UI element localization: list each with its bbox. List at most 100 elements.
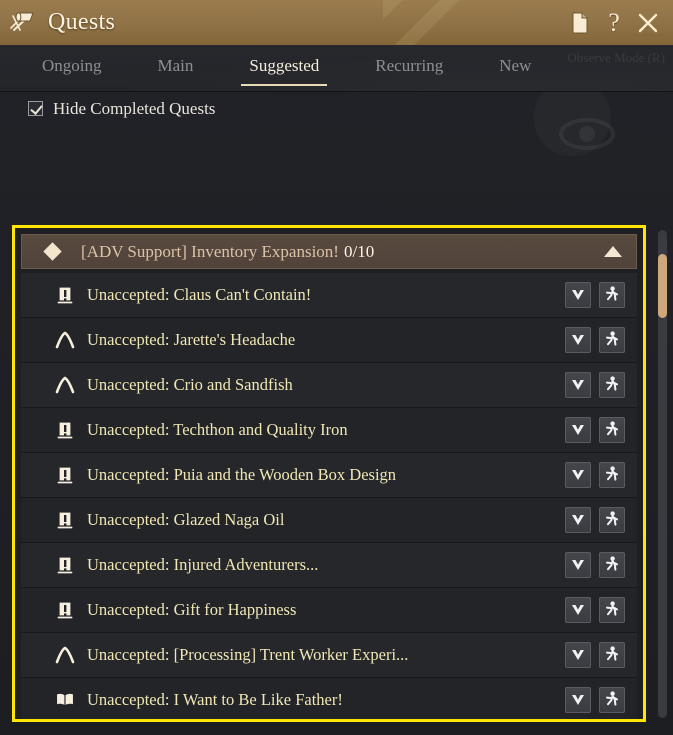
- quest-expand-button[interactable]: [565, 372, 591, 398]
- quest-track-button[interactable]: [599, 282, 625, 308]
- scroll-icon: [55, 555, 75, 575]
- pickaxe-icon: [55, 331, 75, 349]
- walking-person-icon: [606, 466, 618, 481]
- quest-row[interactable]: Unaccepted: Gift for Happiness: [21, 588, 637, 633]
- quest-row[interactable]: Unaccepted: I Want to Be Like Father!: [21, 678, 637, 719]
- scroll-icon: [56, 555, 74, 575]
- quest-row[interactable]: Unaccepted: [Processing] Trent Worker Ex…: [21, 633, 637, 678]
- quest-label: Unaccepted: Techthon and Quality Iron: [87, 420, 348, 439]
- scroll-icon: [55, 420, 75, 440]
- pickaxe-icon: [55, 376, 75, 394]
- quest-list-scrollbar[interactable]: [658, 230, 667, 718]
- quest-row[interactable]: Unaccepted: Crio and Sandfish: [21, 363, 637, 408]
- chevron-down-icon: [572, 425, 584, 435]
- quest-group-title: [ADV Support] Inventory Expansion!: [81, 241, 339, 261]
- walking-person-icon: [606, 601, 618, 616]
- quest-track-button[interactable]: [599, 417, 625, 443]
- close-button[interactable]: [633, 8, 663, 38]
- help-button[interactable]: ?: [599, 8, 629, 38]
- tab-recurring[interactable]: Recurring: [373, 50, 445, 86]
- chevron-down-icon: [572, 515, 584, 525]
- observe-mode-watermark: Observe Mode (R): [567, 50, 665, 65]
- chevron-down-icon: [572, 695, 584, 705]
- quest-label: Unaccepted: Jarette's Headache: [87, 330, 296, 349]
- quest-label: Unaccepted: Claus Can't Contain!: [87, 285, 312, 304]
- scroll-icon: [56, 285, 74, 305]
- tab-suggested[interactable]: Suggested: [241, 50, 328, 86]
- chevron-down-icon: [572, 470, 584, 480]
- quest-label: Unaccepted: Crio and Sandfish: [87, 375, 293, 394]
- hide-completed-quests-row[interactable]: Hide Completed Quests: [0, 92, 673, 125]
- chevron-down-icon: [572, 560, 584, 570]
- quest-expand-button[interactable]: [565, 642, 591, 668]
- quests-window: Quests ? Observe Mode (R) Ongoing Main S…: [0, 0, 673, 735]
- quest-label: Unaccepted: Glazed Naga Oil: [87, 510, 285, 529]
- quest-list: Unaccepted: Claus Can't Contain! Unaccept…: [15, 273, 643, 719]
- quest-row[interactable]: Unaccepted: Jarette's Headache: [21, 318, 637, 363]
- quest-track-button[interactable]: [599, 552, 625, 578]
- chevron-down-icon: [572, 605, 584, 615]
- walking-person-icon: [606, 286, 618, 301]
- quest-track-button[interactable]: [599, 462, 625, 488]
- walking-person-icon: [606, 376, 618, 391]
- quest-row[interactable]: Unaccepted: Glazed Naga Oil: [21, 498, 637, 543]
- document-icon: [572, 12, 588, 33]
- quest-expand-button[interactable]: [565, 552, 591, 578]
- chevron-down-icon: [572, 380, 584, 390]
- quest-label: Unaccepted: Gift for Happiness: [87, 600, 297, 619]
- chevron-up-icon[interactable]: [604, 246, 622, 257]
- quest-label: Unaccepted: I Want to Be Like Father!: [87, 690, 343, 709]
- quest-expand-button[interactable]: [565, 507, 591, 533]
- quest-label: Unaccepted: [Processing] Trent Worker Ex…: [87, 645, 409, 664]
- scroll-icon: [56, 465, 74, 485]
- tab-main[interactable]: Main: [156, 50, 196, 86]
- quest-track-button[interactable]: [599, 687, 625, 713]
- quest-expand-button[interactable]: [565, 282, 591, 308]
- quest-track-button[interactable]: [599, 372, 625, 398]
- window-title: Quests: [48, 9, 116, 35]
- quest-row[interactable]: Unaccepted: Claus Can't Contain!: [21, 273, 637, 318]
- hide-completed-checkbox[interactable]: [28, 101, 43, 116]
- chevron-down-icon: [572, 290, 584, 300]
- tab-ongoing[interactable]: Ongoing: [40, 50, 104, 86]
- quest-row[interactable]: Unaccepted: Injured Adventurers...: [21, 543, 637, 588]
- completed-quest-total: Completed Quest Total: 5988 (Family Ques…: [0, 725, 673, 735]
- scrollbar-thumb[interactable]: [658, 254, 667, 318]
- quest-expand-button[interactable]: [565, 462, 591, 488]
- quest-track-button[interactable]: [599, 597, 625, 623]
- quest-expand-button[interactable]: [565, 327, 591, 353]
- quest-expand-button[interactable]: [565, 597, 591, 623]
- quest-expand-button[interactable]: [565, 417, 591, 443]
- pickaxe-icon: [55, 330, 75, 350]
- walking-person-icon: [606, 511, 618, 526]
- tab-bar: Observe Mode (R) Ongoing Main Suggested …: [0, 45, 673, 92]
- quest-label: Unaccepted: Injured Adventurers...: [87, 555, 319, 574]
- quest-group-count: 0/10: [343, 241, 375, 261]
- chevron-down-icon: [572, 650, 584, 660]
- quest-track-button[interactable]: [599, 642, 625, 668]
- book-icon: [55, 690, 75, 710]
- scroll-icon: [55, 465, 75, 485]
- walking-person-icon: [606, 691, 618, 706]
- quest-row[interactable]: Unaccepted: Puia and the Wooden Box Desi…: [21, 453, 637, 498]
- pickaxe-icon: [55, 375, 75, 395]
- walking-person-icon: [606, 421, 618, 436]
- quests-body: Hide Completed Quests [ADV Support] Inve…: [0, 92, 673, 735]
- scroll-icon: [55, 285, 75, 305]
- quest-group-header[interactable]: [ADV Support] Inventory Expansion! 0/10: [21, 234, 637, 269]
- tab-new[interactable]: New: [497, 50, 533, 86]
- walking-person-icon: [606, 331, 618, 346]
- quest-expand-button[interactable]: [565, 687, 591, 713]
- scroll-icon: [55, 510, 75, 530]
- quest-track-button[interactable]: [599, 327, 625, 353]
- note-button[interactable]: [565, 8, 595, 38]
- scroll-icon: [8, 8, 38, 38]
- scroll-icon: [55, 600, 75, 620]
- diamond-icon: [43, 242, 62, 261]
- quest-label: Unaccepted: Puia and the Wooden Box Desi…: [87, 465, 397, 484]
- quest-list-panel: [ADV Support] Inventory Expansion! 0/10 …: [12, 225, 646, 722]
- close-icon: [638, 13, 658, 32]
- book-icon: [55, 692, 75, 708]
- quest-row[interactable]: Unaccepted: Techthon and Quality Iron: [21, 408, 637, 453]
- quest-track-button[interactable]: [599, 507, 625, 533]
